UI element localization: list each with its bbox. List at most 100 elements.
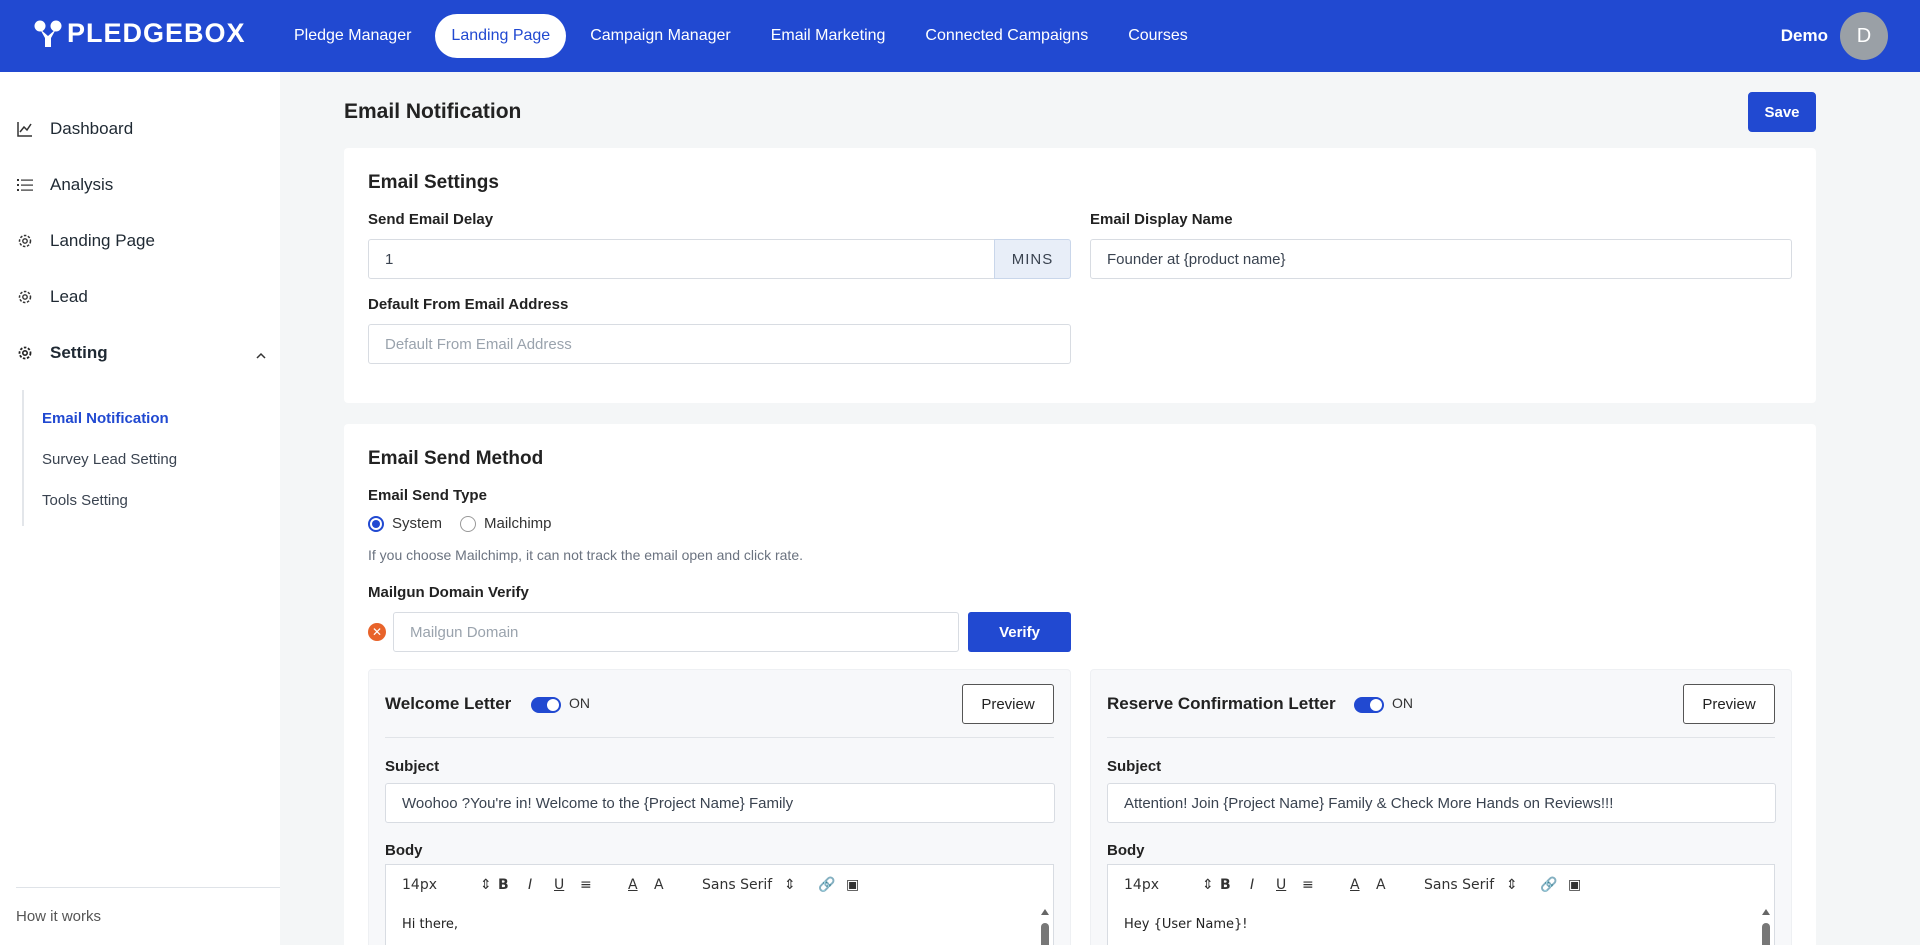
sidebar-item-landing-page[interactable]: Landing Page	[16, 226, 155, 256]
delay-unit-addon: MINS	[994, 239, 1071, 279]
user-menu[interactable]: Demo D	[1781, 12, 1888, 60]
section-title: Email Send Method	[368, 448, 544, 469]
send-type-label: Email Send Type	[368, 487, 487, 504]
scroll-up-icon[interactable]	[1041, 909, 1049, 915]
letter-title: Welcome Letter	[385, 694, 512, 713]
sidebar-item-label: Dashboard	[50, 119, 134, 138]
top-navbar: PLEDGEBOX Pledge Manager Landing Page Ca…	[0, 0, 1920, 72]
save-button[interactable]: Save	[1748, 92, 1816, 132]
font-size-select[interactable]: 14px	[402, 877, 437, 893]
main-nav: Pledge Manager Landing Page Campaign Man…	[278, 14, 1212, 58]
chevron-up-icon[interactable]	[254, 349, 268, 363]
subject-input[interactable]: Woohoo ?You're in! Welcome to the {Proje…	[385, 783, 1055, 823]
radio-dot[interactable]	[460, 515, 476, 532]
welcome-letter-toggle[interactable]	[531, 697, 561, 713]
background-color-icon[interactable]: A	[1376, 877, 1386, 893]
underline-icon[interactable]: U	[1276, 877, 1286, 893]
font-color-icon[interactable]: A	[628, 877, 638, 893]
reserve-letter-toggle[interactable]	[1354, 697, 1384, 713]
letter-title: Reserve Confirmation Letter	[1107, 694, 1336, 713]
subject-input[interactable]: Attention! Join {Project Name} Family & …	[1107, 783, 1776, 823]
editor-toolbar: 14px ⇕ B I U ≡ A A Sans Serif ⇕ 🔗 ▣	[385, 864, 1054, 906]
mailgun-label: Mailgun Domain Verify	[368, 584, 529, 601]
nav-campaign-manager[interactable]: Campaign Manager	[574, 14, 747, 58]
list-icon	[16, 176, 34, 194]
bold-icon[interactable]: B	[498, 877, 509, 893]
brand-name: PLEDGEBOX	[67, 18, 246, 48]
body-label: Body	[385, 842, 423, 859]
link-icon[interactable]: 🔗	[1540, 877, 1557, 893]
underline-icon[interactable]: U	[554, 877, 564, 893]
bold-icon[interactable]: B	[1220, 877, 1231, 893]
italic-icon[interactable]: I	[1250, 877, 1254, 893]
verify-button[interactable]: Verify	[968, 612, 1071, 652]
font-family-select[interactable]: Sans Serif	[1424, 877, 1494, 893]
sidebar-item-label: Analysis	[50, 175, 114, 194]
radio-mailchimp[interactable]: Mailchimp	[460, 515, 552, 532]
italic-icon[interactable]: I	[528, 877, 532, 893]
background-color-icon[interactable]: A	[654, 877, 664, 893]
body-label: Body	[1107, 842, 1145, 859]
select-arrows-icon: ⇕	[784, 877, 796, 893]
submenu-tools-setting[interactable]: Tools Setting	[42, 492, 128, 509]
link-icon[interactable]: 🔗	[818, 877, 835, 893]
sidebar-item-analysis[interactable]: Analysis	[16, 170, 113, 200]
preview-button[interactable]: Preview	[962, 684, 1054, 724]
avatar[interactable]: D	[1840, 12, 1888, 60]
brand-logo[interactable]: PLEDGEBOX	[33, 18, 246, 49]
toggle-state: ON	[569, 695, 590, 711]
submenu-line	[22, 390, 24, 526]
scrollbar-thumb[interactable]	[1762, 923, 1770, 945]
body-editor[interactable]: Hey {User Name}!	[1107, 905, 1775, 945]
email-send-method-card: Email Send Method Email Send Type System…	[344, 424, 1816, 945]
select-arrows-icon: ⇕	[1506, 877, 1518, 893]
body-editor[interactable]: Hi there,	[385, 905, 1054, 945]
image-icon[interactable]: ▣	[1568, 877, 1581, 893]
font-family-select[interactable]: Sans Serif	[702, 877, 772, 893]
preview-button[interactable]: Preview	[1683, 684, 1775, 724]
font-size-select[interactable]: 14px	[1124, 877, 1159, 893]
align-icon[interactable]: ≡	[1302, 877, 1314, 893]
submenu-email-notification[interactable]: Email Notification	[42, 410, 169, 427]
radio-label: Mailchimp	[484, 515, 552, 532]
sidebar-item-setting[interactable]: Setting	[16, 338, 108, 368]
toggle-state: ON	[1392, 695, 1413, 711]
sidebar-item-dashboard[interactable]: Dashboard	[16, 114, 133, 144]
radio-dot[interactable]	[368, 515, 384, 532]
image-icon[interactable]: ▣	[846, 877, 859, 893]
nav-courses[interactable]: Courses	[1112, 14, 1204, 58]
sidebar-item-label: Lead	[50, 287, 88, 306]
subject-label: Subject	[385, 758, 440, 775]
sidebar-item-label: Landing Page	[50, 231, 155, 250]
scroll-up-icon[interactable]	[1762, 909, 1770, 915]
font-color-icon[interactable]: A	[1350, 877, 1360, 893]
divider	[1107, 737, 1775, 738]
delay-input[interactable]: 1	[368, 239, 995, 279]
sidebar: Dashboard Analysis Landing Page Lead Set…	[0, 72, 280, 945]
from-email-label: Default From Email Address	[368, 296, 569, 313]
nav-email-marketing[interactable]: Email Marketing	[755, 14, 902, 58]
scrollbar-thumb[interactable]	[1041, 923, 1049, 945]
sidebar-item-label: Setting	[50, 343, 108, 362]
subject-label: Subject	[1107, 758, 1162, 775]
body-text: Hey {User Name}!	[1124, 917, 1248, 932]
select-arrows-icon: ⇕	[1202, 877, 1214, 893]
align-icon[interactable]: ≡	[580, 877, 592, 893]
how-it-works-link[interactable]: How it works	[16, 908, 101, 925]
nav-connected-campaigns[interactable]: Connected Campaigns	[909, 14, 1104, 58]
pledgebox-logo-icon	[34, 20, 62, 47]
delay-label: Send Email Delay	[368, 211, 494, 228]
body-text: Hi there,	[402, 917, 459, 932]
editor-toolbar: 14px ⇕ B I U ≡ A A Sans Serif ⇕ 🔗 ▣	[1107, 864, 1775, 906]
nav-landing-page[interactable]: Landing Page	[435, 14, 567, 58]
display-name-input[interactable]: Founder at {product name}	[1090, 239, 1792, 279]
radio-system[interactable]: System	[368, 515, 442, 532]
mailgun-domain-input[interactable]: Mailgun Domain	[393, 612, 959, 652]
error-icon: ✕	[368, 623, 386, 641]
sidebar-item-lead[interactable]: Lead	[16, 282, 88, 312]
submenu-survey-lead-setting[interactable]: Survey Lead Setting	[42, 451, 177, 468]
gear-icon	[16, 232, 34, 250]
gear-icon	[16, 344, 34, 362]
from-email-input[interactable]: Default From Email Address	[368, 324, 1071, 364]
nav-pledge-manager[interactable]: Pledge Manager	[278, 14, 427, 58]
